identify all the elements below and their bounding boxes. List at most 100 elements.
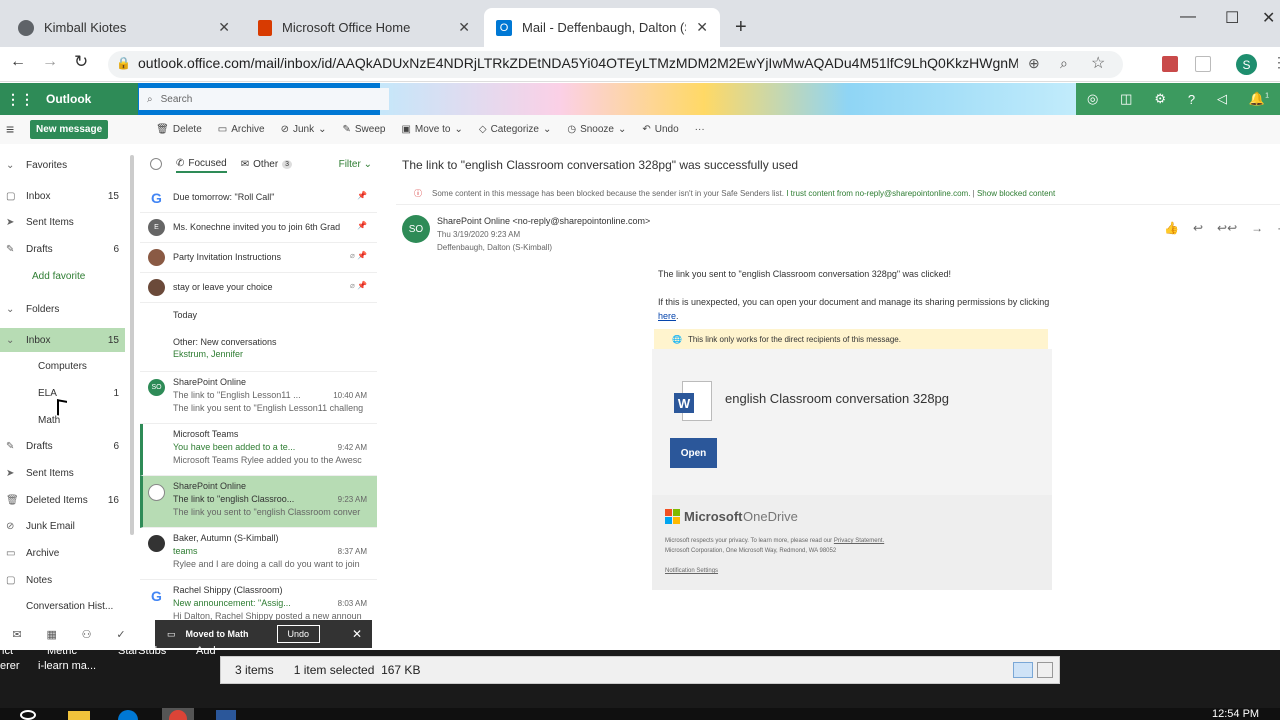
open-button[interactable]: Open	[670, 438, 717, 468]
taskbar-label[interactable]: i-learn ma...	[38, 660, 96, 672]
trust-sender-link[interactable]: I trust content from no-reply@sharepoint…	[786, 189, 970, 198]
pin-icon[interactable]: 📌	[357, 191, 367, 200]
select-checkbox[interactable]	[148, 484, 165, 501]
bookmark-star-icon[interactable]: ☆	[1091, 53, 1105, 73]
document-name[interactable]: english Classroom conversation 328pg	[725, 391, 949, 406]
close-window-icon[interactable]: ✕	[1262, 8, 1275, 28]
show-blocked-link[interactable]: Show blocked content	[977, 189, 1055, 198]
taskbar-label[interactable]: ict	[2, 645, 13, 657]
snooze-button[interactable]: ◷ Snooze ⌄	[567, 124, 626, 135]
calendar-icon[interactable]: ▦	[46, 628, 56, 641]
sender-name[interactable]: SharePoint Online <no-reply@sharepointon…	[437, 216, 650, 226]
list-item[interactable]: G Rachel Shippy (Classroom) New announce…	[140, 580, 377, 625]
select-all-checkbox[interactable]	[150, 158, 162, 170]
reload-icon[interactable]: ↻	[74, 52, 88, 72]
toast-undo-button[interactable]: Undo	[276, 625, 321, 643]
new-message-button[interactable]: New message	[30, 120, 109, 139]
more-menu-icon[interactable]: ⋮	[1272, 54, 1280, 71]
tab-mail[interactable]: O Mail - Deffenbaugh, Dalton (S-Ki ✕	[484, 8, 720, 47]
taskbar-label[interactable]: Aud	[196, 645, 216, 657]
zoom-icon[interactable]: ⌕	[1060, 55, 1068, 72]
privacy-link[interactable]: Privacy Statement.	[834, 538, 884, 544]
clock[interactable]: 12:54 PM	[1212, 708, 1259, 720]
junk-button[interactable]: ⊘ Junk ⌄	[281, 124, 327, 135]
pinned-item[interactable]: Party Invitation Instructions ⌀ 📌	[140, 243, 377, 273]
close-icon[interactable]: ✕	[352, 627, 362, 641]
settings-icon[interactable]: ⚙	[1154, 91, 1166, 107]
reply-icon[interactable]: ↩	[1193, 221, 1203, 235]
taskbar-label[interactable]: erer	[0, 660, 20, 672]
attachment-pin-icons[interactable]: ⌀ 📌	[350, 281, 367, 290]
search-box[interactable]: ⌕ Search	[139, 88, 389, 110]
forward-icon[interactable]: →	[1251, 221, 1263, 235]
archive-button[interactable]: ▭ Archive	[218, 124, 265, 135]
list-item[interactable]: SO SharePoint Online The link to "Englis…	[140, 372, 377, 424]
folder-deleted-items[interactable]: 🗑 Deleted Items 16	[0, 488, 125, 512]
categorize-button[interactable]: ◇ Categorize ⌄	[479, 124, 551, 135]
here-link[interactable]: here	[658, 311, 676, 321]
like-icon[interactable]: 👍	[1164, 221, 1179, 235]
list-item-selected[interactable]: SharePoint Online The link to "english C…	[140, 476, 377, 528]
folder-archive[interactable]: ▭ Archive	[0, 541, 125, 565]
details-view-icon[interactable]	[1013, 662, 1033, 678]
undo-button[interactable]: ↶ Undo	[642, 124, 678, 135]
folder-conversation-history[interactable]: Conversation Hist...	[0, 594, 125, 618]
url-text[interactable]: outlook.office.com/mail/inbox/id/AAQkADU…	[138, 55, 1018, 71]
notification-settings-link[interactable]: Notification Settings	[665, 568, 718, 574]
tasks-icon[interactable]: ✓	[116, 628, 125, 641]
folder-computers[interactable]: Computers	[0, 354, 125, 378]
attachment-pin-icons[interactable]: ⌀ 📌	[350, 251, 367, 260]
chrome-taskbar-button[interactable]	[162, 708, 194, 720]
tab-focused[interactable]: ✆ Focused	[176, 156, 227, 173]
sweep-button[interactable]: ✎ Sweep	[342, 124, 385, 135]
teams-icon[interactable]: ◫	[1120, 91, 1132, 107]
delete-button[interactable]: 🗑 Delete	[156, 124, 202, 135]
email-recipients[interactable]: Deffenbaugh, Dalton (S-Kimball)	[437, 243, 552, 252]
add-favorite-link[interactable]: Add favorite	[0, 264, 125, 288]
close-tab-icon[interactable]: ✕	[218, 19, 230, 36]
folder-junk-email[interactable]: ⊘ Junk Email	[0, 514, 125, 538]
move-to-button[interactable]: ▣ Move to ⌄	[401, 124, 462, 135]
people-icon[interactable]: ⚇	[82, 628, 92, 641]
hamburger-icon[interactable]: ≡	[6, 121, 14, 137]
tab-office-home[interactable]: Microsoft Office Home ✕	[246, 8, 482, 47]
help-icon[interactable]: ?	[1188, 92, 1195, 107]
list-item[interactable]: Microsoft Teams You have been added to a…	[140, 424, 377, 476]
favorites-header[interactable]: ⌄ Favorites	[0, 153, 125, 177]
pinned-item[interactable]: stay or leave your choice ⌀ 📌	[140, 273, 377, 303]
app-launcher-icon[interactable]: ⋮⋮	[6, 91, 34, 108]
skype-icon[interactable]: ◎	[1087, 91, 1098, 107]
folders-header[interactable]: ⌄ Folders	[0, 297, 125, 321]
taskbar-label[interactable]: Metric	[47, 645, 77, 657]
folder-inbox[interactable]: ⌄ Inbox 15	[0, 328, 125, 352]
profile-avatar[interactable]: S	[1236, 54, 1257, 75]
pinned-item[interactable]: G Due tomorrow: "Roll Call" 📌	[140, 183, 377, 213]
filter-button[interactable]: Filter ⌄	[339, 159, 372, 170]
more-commands-icon[interactable]: ···	[695, 124, 705, 135]
folder-drafts[interactable]: ✎ Drafts 6	[0, 434, 125, 458]
new-tab-icon[interactable]: +	[735, 16, 747, 39]
pinned-item[interactable]: E Ms. Konechne invited you to join 6th G…	[140, 213, 377, 243]
tab-other[interactable]: ✉ Other 3	[241, 159, 293, 170]
fav-inbox[interactable]: ▢ Inbox 15	[0, 184, 125, 208]
maximize-icon[interactable]: ☐	[1225, 8, 1239, 28]
other-conversations-item[interactable]: Other: New conversations Ekstrum, Jennif…	[140, 330, 377, 372]
taskbar-label[interactable]: StarStubs	[118, 645, 166, 657]
outlook-title[interactable]: Outlook	[46, 92, 91, 106]
fav-sent-items[interactable]: ➤ Sent Items	[0, 210, 125, 234]
search-icon[interactable]	[20, 710, 36, 720]
folder-notes[interactable]: ▢ Notes	[0, 568, 125, 592]
folder-sent-items[interactable]: ➤ Sent Items	[0, 461, 125, 485]
extension-icon[interactable]	[1195, 56, 1211, 72]
fav-drafts[interactable]: ✎ Drafts 6	[0, 237, 125, 261]
tiles-view-icon[interactable]	[1037, 662, 1053, 678]
close-tab-icon[interactable]: ✕	[696, 19, 708, 36]
back-icon[interactable]: ←	[10, 53, 26, 71]
minimize-icon[interactable]: —	[1180, 8, 1196, 26]
pin-icon[interactable]: 📌	[357, 221, 367, 230]
notifications-icon[interactable]: 🔔1	[1249, 91, 1269, 107]
word-icon[interactable]	[216, 710, 236, 720]
tab-kimball-kiotes[interactable]: Kimball Kiotes ✕	[6, 8, 242, 47]
file-explorer-icon[interactable]	[68, 711, 90, 720]
feedback-icon[interactable]: ◁	[1217, 91, 1227, 107]
